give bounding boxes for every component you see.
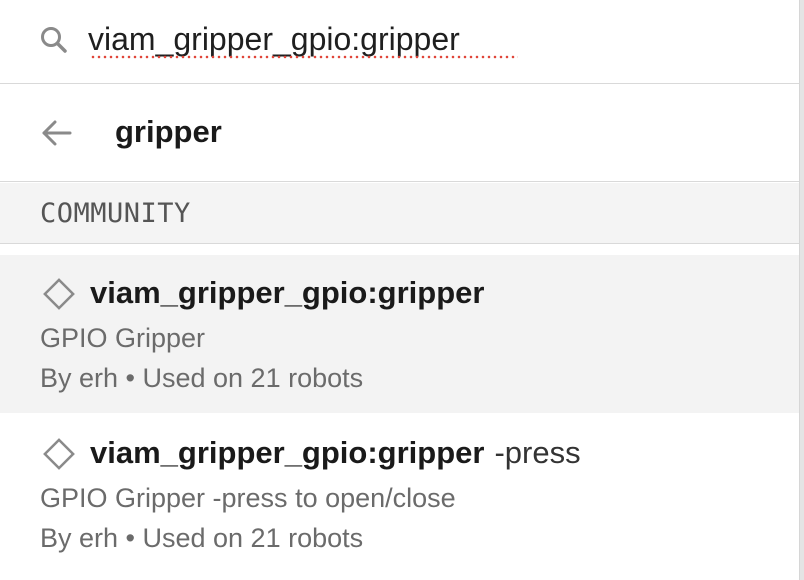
arrow-left-icon[interactable] — [40, 118, 74, 148]
result-description: GPIO Gripper — [40, 323, 206, 353]
search-bar — [0, 0, 799, 84]
spellcheck-underline — [90, 55, 518, 59]
breadcrumb: gripper — [0, 84, 799, 182]
result-meta: By erh • Used on 21 robots — [40, 363, 364, 393]
diamond-icon — [43, 438, 75, 470]
component-search-panel: gripper COMMUNITY viam_gripper_gpio:grip… — [0, 0, 799, 580]
section-label: COMMUNITY — [40, 198, 191, 229]
scrollbar-track[interactable] — [799, 0, 804, 580]
result-meta: By erh • Used on 21 robots — [40, 523, 364, 553]
section-header-community: COMMUNITY — [0, 183, 799, 244]
category-title: gripper — [115, 114, 222, 149]
result-suffix: -press — [494, 435, 581, 470]
search-icon — [41, 27, 67, 53]
result-name: viam_gripper_gpio:gripper — [90, 275, 485, 310]
diamond-icon — [43, 278, 75, 310]
result-item[interactable]: viam_gripper_gpio:gripper GPIO Gripper B… — [0, 255, 799, 413]
result-description: GPIO Gripper -press to open/close — [40, 483, 456, 513]
result-name: viam_gripper_gpio:gripper -press — [90, 435, 581, 470]
result-item[interactable]: viam_gripper_gpio:gripper -press GPIO Gri… — [0, 415, 799, 573]
